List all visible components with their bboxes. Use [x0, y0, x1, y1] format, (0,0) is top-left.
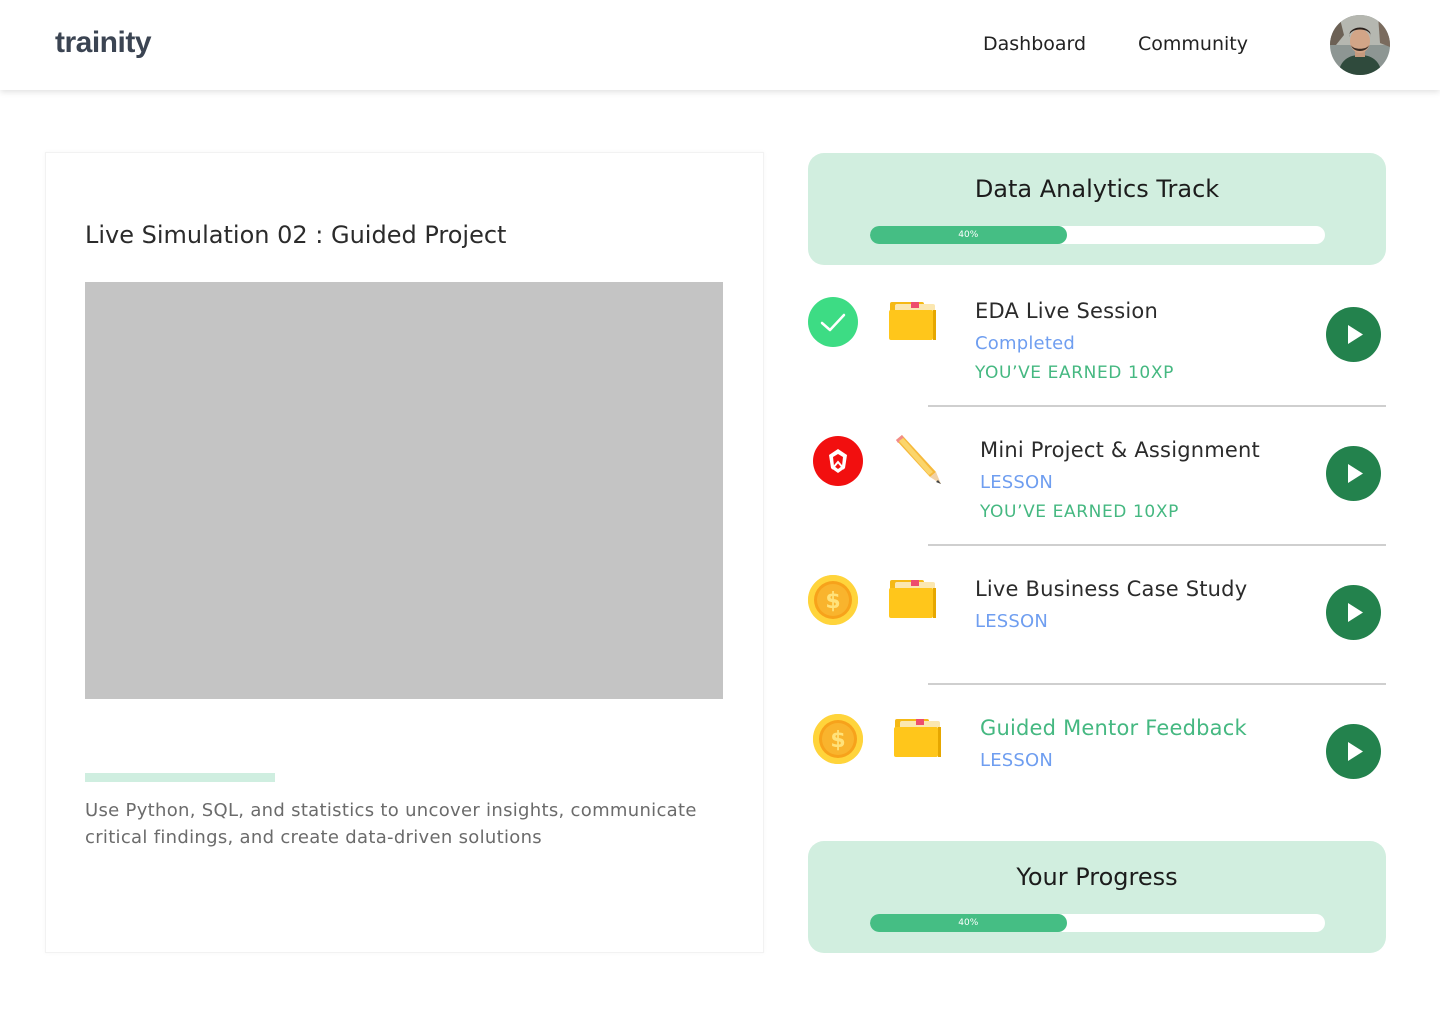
accent-bar	[85, 773, 275, 782]
folder-icon	[887, 578, 939, 622]
lesson-status: LESSON	[980, 750, 1054, 771]
svg-text:$: $	[825, 589, 840, 614]
lesson-item-live-business-case[interactable]: $ Live Business Case Study LESSON	[808, 546, 1386, 685]
play-button[interactable]	[1326, 446, 1381, 501]
play-button[interactable]	[1326, 307, 1381, 362]
lesson-item-eda-live-session[interactable]: EDA Live Session Completed YOU’VE EARNED…	[808, 268, 1386, 407]
your-progress-card: Your Progress 40%	[808, 841, 1386, 953]
progress-title: Your Progress	[1016, 863, 1178, 891]
lesson-status: Completed	[975, 333, 1075, 354]
play-button[interactable]	[1326, 724, 1381, 779]
check-icon	[808, 297, 858, 347]
overall-progress-label: 40%	[958, 918, 979, 928]
svg-text:$: $	[830, 728, 845, 753]
lesson-item-guided-mentor-feedback[interactable]: $ Guided Mentor Feedback LESSON	[808, 685, 1386, 824]
track-title: Data Analytics Track	[974, 175, 1220, 203]
lesson-xp: YOU’VE EARNED 10XP	[975, 363, 1174, 383]
play-button[interactable]	[1326, 585, 1381, 640]
simulation-card: Live Simulation 02 : Guided Project Use …	[45, 152, 764, 953]
trainity-logo[interactable]: trainity	[55, 26, 152, 60]
pencil-icon	[890, 432, 946, 488]
overall-progress-bar: 40%	[870, 914, 1325, 932]
nav-community-link[interactable]: Community	[1138, 33, 1248, 55]
lesson-title: Guided Mentor Feedback	[980, 716, 1247, 740]
lesson-title: Mini Project & Assignment	[980, 438, 1260, 462]
simulation-description: Use Python, SQL, and statistics to uncov…	[85, 800, 697, 848]
user-avatar[interactable]	[1330, 15, 1390, 75]
folder-icon	[892, 717, 944, 761]
nav-dashboard-link[interactable]: Dashboard	[983, 33, 1086, 55]
lesson-status: LESSON	[980, 472, 1054, 493]
track-progress-fill: 40%	[870, 226, 1067, 244]
track-progress-label: 40%	[958, 230, 979, 240]
lesson-xp: YOU’VE EARNED 10XP	[980, 502, 1179, 522]
lesson-title: EDA Live Session	[975, 299, 1158, 323]
coin-icon: $	[813, 714, 863, 764]
track-progress-bar: 40%	[870, 226, 1325, 244]
lesson-status: LESSON	[975, 611, 1049, 632]
overall-progress-fill: 40%	[870, 914, 1067, 932]
top-header: trainity Dashboard Community	[0, 0, 1440, 90]
track-card: Data Analytics Track 40%	[808, 153, 1386, 265]
simulation-title: Live Simulation 02 : Guided Project	[85, 221, 507, 249]
shield-icon	[813, 436, 863, 486]
lesson-title: Live Business Case Study	[975, 577, 1248, 601]
coin-icon: $	[808, 575, 858, 625]
folder-icon	[887, 300, 939, 344]
video-placeholder[interactable]	[85, 282, 723, 699]
lesson-item-mini-project[interactable]: Mini Project & Assignment LESSON YOU’VE …	[808, 407, 1386, 546]
